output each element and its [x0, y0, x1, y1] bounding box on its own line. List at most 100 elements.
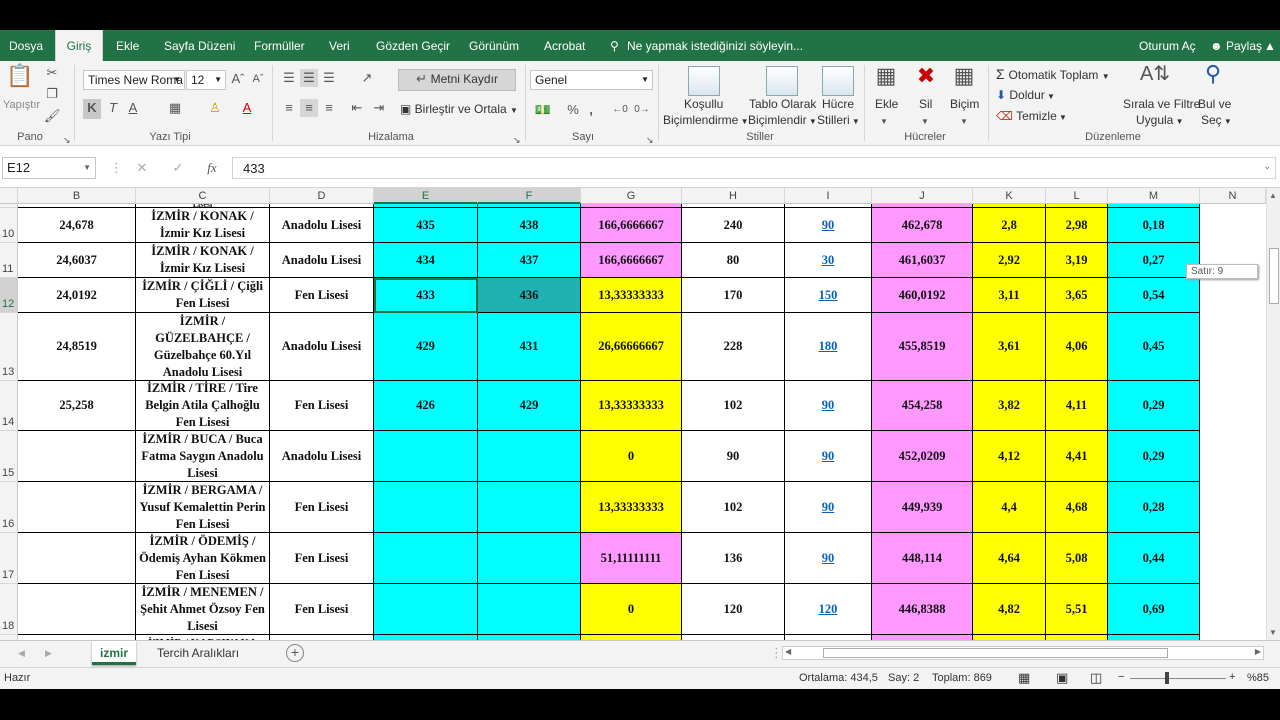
- cell-k18[interactable]: 4,82: [973, 584, 1046, 635]
- cell-j17[interactable]: 448,114: [872, 533, 973, 584]
- decrease-indent-icon[interactable]: ⇤: [348, 99, 366, 117]
- format-as-table-icon[interactable]: [766, 66, 798, 96]
- column-header-i[interactable]: I: [785, 188, 872, 204]
- cell-i10[interactable]: 90: [785, 208, 872, 243]
- find-select-label-1[interactable]: Bul ve: [1198, 97, 1231, 111]
- row-header-15[interactable]: 15: [0, 431, 18, 482]
- cell-g13[interactable]: 26,66666667: [581, 313, 682, 381]
- comma-style-icon[interactable]: ,: [586, 101, 596, 119]
- cell-c13[interactable]: İZMİR / GÜZELBAHÇE / Güzelbahçe 60.Yıl A…: [136, 313, 270, 381]
- cell-g16[interactable]: 13,33333333: [581, 482, 682, 533]
- column-header-g[interactable]: G: [581, 188, 682, 204]
- cell-styles-icon[interactable]: [822, 66, 854, 96]
- cell-g12[interactable]: 13,33333333: [581, 278, 682, 313]
- cell-d16[interactable]: Fen Lisesi: [270, 482, 374, 533]
- increase-decimal-icon[interactable]: ←0: [610, 101, 630, 119]
- cell-m15[interactable]: 0,29: [1108, 431, 1200, 482]
- cell-h15[interactable]: 90: [682, 431, 785, 482]
- cell-d18[interactable]: Fen Lisesi: [270, 584, 374, 635]
- cell-l16[interactable]: 4,68: [1046, 482, 1108, 533]
- column-header-e[interactable]: E: [374, 188, 478, 204]
- prev-sheet-icon[interactable]: ◀: [18, 644, 25, 662]
- page-layout-view-icon[interactable]: ▣: [1056, 670, 1068, 686]
- cell-l17[interactable]: 5,08: [1046, 533, 1108, 584]
- cell-f10[interactable]: 438: [478, 208, 581, 243]
- zoom-out-icon[interactable]: −: [1118, 671, 1124, 683]
- cell-j16[interactable]: 449,939: [872, 482, 973, 533]
- cell-m10[interactable]: 0,18: [1108, 208, 1200, 243]
- cell-b12[interactable]: 24,0192: [18, 278, 136, 313]
- cell-e11[interactable]: 434: [374, 243, 478, 278]
- clear-button[interactable]: ⌫ Temizle ▼: [996, 109, 1067, 123]
- align-middle-icon[interactable]: ☰: [300, 69, 318, 87]
- cell-j14[interactable]: 454,258: [872, 381, 973, 431]
- zoom-slider-thumb[interactable]: [1165, 672, 1169, 684]
- insert-cells-button[interactable]: Ekle: [875, 97, 898, 111]
- cell-d11[interactable]: Anadolu Lisesi: [270, 243, 374, 278]
- cell-d13[interactable]: Anadolu Lisesi: [270, 313, 374, 381]
- paste-icon[interactable]: 📋: [6, 65, 34, 97]
- cell-m13[interactable]: 0,45: [1108, 313, 1200, 381]
- percent-icon[interactable]: %: [565, 101, 581, 119]
- formula-input[interactable]: 433 ⌄: [232, 157, 1276, 179]
- cell-b13[interactable]: 24,8519: [18, 313, 136, 381]
- cell-c10[interactable]: İZMİR / KONAK / İzmir Kız Lisesi: [136, 208, 270, 243]
- spreadsheet-grid[interactable]: Lisesi1024,678İZMİR / KONAK / İzmir Kız …: [0, 204, 1266, 640]
- tell-me-search[interactable]: Ne yapmak istediğinizi söyleyin...: [627, 30, 803, 61]
- underline-icon[interactable]: A: [125, 99, 141, 117]
- cell-i16[interactable]: 90: [785, 482, 872, 533]
- cell-l12[interactable]: 3,65: [1046, 278, 1108, 313]
- cell-l18[interactable]: 5,51: [1046, 584, 1108, 635]
- format-cells-button[interactable]: Biçim: [950, 97, 979, 111]
- cell-i11[interactable]: 30: [785, 243, 872, 278]
- font-size-box[interactable]: 12 ▼: [186, 70, 226, 90]
- cell-i13[interactable]: 180: [785, 313, 872, 381]
- expand-formula-icon[interactable]: ⌄: [1263, 161, 1271, 172]
- row-header-10[interactable]: 10: [0, 208, 18, 243]
- horizontal-scrollbar[interactable]: ◀ ▶: [782, 646, 1264, 660]
- column-header-l[interactable]: L: [1046, 188, 1108, 204]
- insert-cells-icon[interactable]: ▦: [872, 65, 900, 95]
- cell-b11[interactable]: 24,6037: [18, 243, 136, 278]
- cell-k13[interactable]: 3,61: [973, 313, 1046, 381]
- cell-c18[interactable]: İZMİR / MENEMEN / Şehit Ahmet Özsoy Fen …: [136, 584, 270, 635]
- cell-e13[interactable]: 429: [374, 313, 478, 381]
- conditional-formatting-label-1[interactable]: Koşullu: [684, 97, 723, 111]
- column-header-b[interactable]: B: [18, 188, 136, 204]
- font-color-icon[interactable]: A: [238, 99, 256, 117]
- name-box[interactable]: E12 ▼: [2, 157, 96, 179]
- sheet-tab-izmir[interactable]: izmir: [92, 641, 137, 665]
- delete-cells-button[interactable]: Sil: [919, 97, 932, 111]
- cell-j15[interactable]: 452,0209: [872, 431, 973, 482]
- row-header-18[interactable]: 18: [0, 584, 18, 635]
- find-select-icon[interactable]: ⚲: [1198, 63, 1228, 95]
- find-select-button[interactable]: Seç ▼: [1201, 113, 1232, 127]
- cell-g18[interactable]: 0: [581, 584, 682, 635]
- cell-j18[interactable]: 446,8388: [872, 584, 973, 635]
- cell-b16[interactable]: [18, 482, 136, 533]
- row-header-13[interactable]: 13: [0, 313, 18, 381]
- column-header-f[interactable]: F: [478, 188, 581, 204]
- fill-button[interactable]: ⬇ Doldur ▼: [996, 88, 1055, 102]
- increase-indent-icon[interactable]: ⇥: [370, 99, 388, 117]
- tab-data[interactable]: Veri: [329, 30, 350, 61]
- cell-e18[interactable]: [374, 584, 478, 635]
- cell-b14[interactable]: 25,258: [18, 381, 136, 431]
- cell-g14[interactable]: 13,33333333: [581, 381, 682, 431]
- column-header-d[interactable]: D: [270, 188, 374, 204]
- sort-filter-label-1[interactable]: Sırala ve Filtre: [1123, 97, 1200, 111]
- bold-icon[interactable]: K: [83, 99, 101, 119]
- scroll-left-icon[interactable]: ◀: [785, 647, 791, 656]
- cell-j10[interactable]: 462,678: [872, 208, 973, 243]
- column-header-k[interactable]: K: [973, 188, 1046, 204]
- cell-f11[interactable]: 437: [478, 243, 581, 278]
- tab-insert[interactable]: Ekle: [116, 30, 139, 61]
- fill-color-icon[interactable]: ♙: [205, 99, 225, 117]
- cell-i12[interactable]: 150: [785, 278, 872, 313]
- orientation-icon[interactable]: ↗: [356, 69, 378, 87]
- cell-m14[interactable]: 0,29: [1108, 381, 1200, 431]
- zoom-slider[interactable]: [1130, 678, 1226, 679]
- cell-c15[interactable]: İZMİR / BUCA / Buca Fatma Saygın Anadolu…: [136, 431, 270, 482]
- cell-d14[interactable]: Fen Lisesi: [270, 381, 374, 431]
- cell-c14[interactable]: İZMİR / TİRE / Tire Belgin Atila Çalhoğl…: [136, 381, 270, 431]
